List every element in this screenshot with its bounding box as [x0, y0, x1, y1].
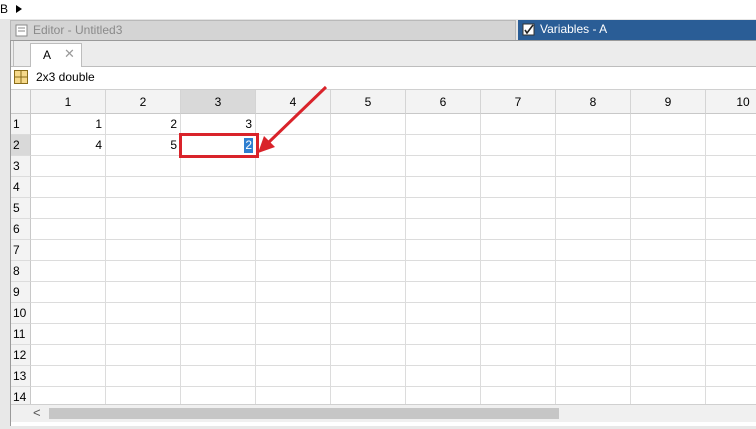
annotation-arrow [258, 85, 328, 153]
